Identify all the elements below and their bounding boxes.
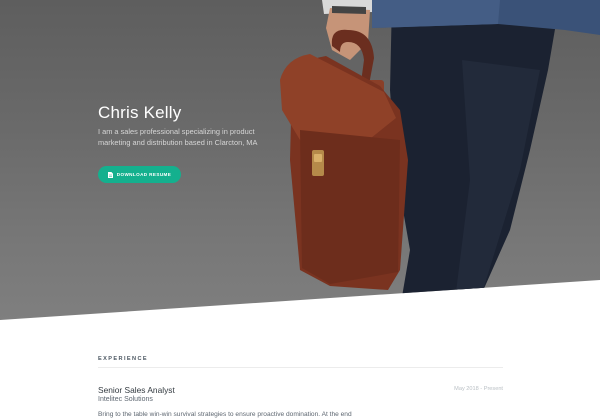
job-dates: May 2018 - Present	[454, 386, 503, 392]
job-description: Bring to the table win-win survival stra…	[98, 411, 352, 418]
experience-heading: EXPERIENCE	[98, 356, 149, 362]
job-company: Intelitec Solutions	[98, 396, 153, 403]
download-resume-label: DOWNLOAD RESUME	[116, 172, 172, 177]
experience-divider	[98, 367, 503, 368]
job-title: Senior Sales Analyst	[98, 385, 175, 395]
hero-photo-briefcase-man	[280, 0, 600, 320]
download-resume-button[interactable]: DOWNLOAD RESUME	[98, 166, 181, 183]
hero-bio: I am a sales professional specializing i…	[98, 127, 258, 147]
document-icon	[107, 171, 113, 178]
hero-name: Chris Kelly	[98, 103, 182, 122]
hero-section: Chris Kelly I am a sales professional sp…	[0, 0, 600, 320]
